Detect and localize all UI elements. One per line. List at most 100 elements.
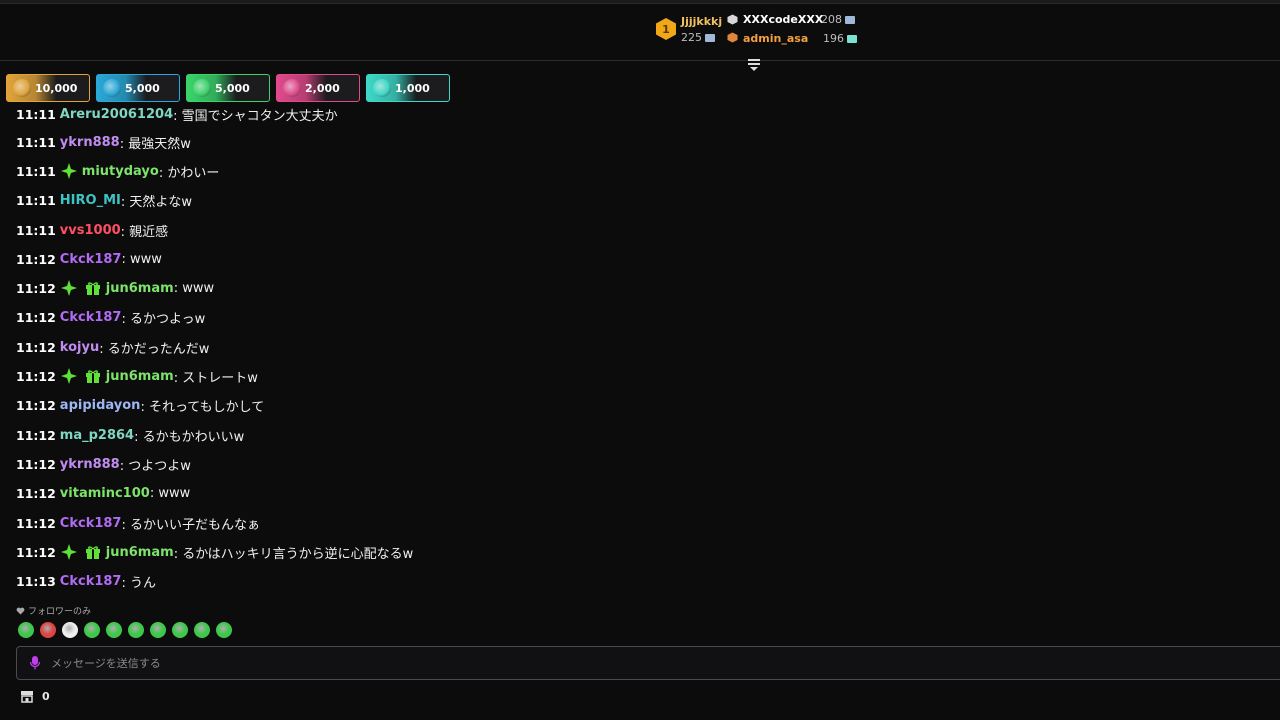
message-text: : かわいー — [158, 165, 220, 181]
store-icon[interactable] — [20, 690, 34, 703]
message-username[interactable]: Ckck187 — [60, 516, 122, 531]
points-value: 196 — [823, 32, 844, 45]
store-count: 0 — [42, 690, 50, 703]
message-time: 11:12 — [16, 397, 56, 413]
tier-value: 5,000 — [125, 81, 160, 95]
leaderboard: 1 Jjjjkkkj 225 XXXcodeXXX 208 admin_asa … — [0, 5, 1280, 71]
leaderboard-first-name[interactable]: Jjjjkkkj — [681, 15, 722, 28]
message-text: : それってもしかして — [140, 399, 265, 415]
leaderboard-first-points: 225 — [681, 31, 715, 44]
chat-message: 11:11 ykrn888: 最強天然w — [16, 132, 191, 152]
emote-icon[interactable] — [40, 622, 56, 638]
collapse-leaderboard-icon[interactable] — [746, 58, 762, 72]
leaderboard-second-name[interactable]: XXXcodeXXX — [743, 13, 823, 26]
message-username[interactable]: miutydayo — [82, 164, 159, 179]
emote-icon[interactable] — [172, 622, 188, 638]
message-text: : るかいい子だもんなぁ — [121, 517, 260, 533]
gift-tier-button[interactable]: 10,000 — [6, 74, 90, 102]
gift-tier-button[interactable]: 1,000 — [366, 74, 450, 102]
emote-icon[interactable] — [128, 622, 144, 638]
message-username[interactable]: ma_p2864 — [60, 428, 134, 443]
message-username[interactable]: jun6mam — [106, 545, 174, 560]
message-username[interactable]: apipidayon — [60, 398, 141, 413]
emote-icon[interactable] — [62, 622, 78, 638]
gift-tier-button[interactable]: 2,000 — [276, 74, 360, 102]
emote-icon[interactable] — [194, 622, 210, 638]
gift-badge-icon — [85, 370, 100, 383]
message-time: 11:13 — [16, 573, 56, 589]
chat-message: 11:12 jun6mam: www — [16, 278, 214, 298]
sparkle-badge-icon — [60, 368, 77, 384]
gift-tier-button[interactable]: 5,000 — [186, 74, 270, 102]
message-text: : 最強天然w — [119, 136, 191, 152]
emote-icon[interactable] — [150, 622, 166, 638]
chat-message: 11:11 HIRO_MI: 天然よなw — [16, 190, 192, 210]
message-username[interactable]: Ckck187 — [60, 574, 122, 589]
chat-message: 11:11 vvs1000: 親近感 — [16, 220, 168, 240]
message-time: 11:11 — [16, 134, 56, 150]
message-time: 11:12 — [16, 485, 56, 501]
emote-icon[interactable] — [84, 622, 100, 638]
followers-only-label: フォロワーのみ — [28, 607, 92, 617]
emote-icon[interactable] — [18, 622, 34, 638]
message-text: : るかはハッキリ言うから逆に心配なるw — [173, 546, 414, 562]
tier-gem-icon — [193, 79, 211, 97]
message-username[interactable]: vvs1000 — [60, 223, 121, 238]
chat-message-input[interactable] — [51, 656, 1151, 670]
chat-message: 11:12 kojyu: るかだったんだw — [16, 337, 209, 357]
message-username[interactable]: Areru20061204 — [60, 107, 173, 122]
message-text: : 雪国でシャコタン大丈夫か — [173, 108, 338, 124]
followers-only-indicator: フォロワーのみ — [16, 604, 91, 617]
sparkle-badge-icon — [60, 163, 77, 179]
chat-message: 11:12 Ckck187: るかつよっw — [16, 307, 205, 327]
message-text: : www — [173, 280, 215, 296]
message-time: 11:11 — [16, 106, 56, 122]
message-username[interactable]: vitaminc100 — [60, 486, 150, 501]
gift-tier-bar: 10,000 5,000 5,000 2,000 1,000 — [6, 74, 450, 102]
message-time: 11:11 — [16, 163, 56, 179]
message-username[interactable]: jun6mam — [106, 281, 174, 296]
rank-3-badge-icon — [727, 32, 738, 43]
message-username[interactable]: Ckck187 — [60, 252, 122, 267]
points-value: 225 — [681, 31, 702, 44]
chat-message: 11:11 miutydayo: かわいー — [16, 161, 219, 181]
tier-value: 10,000 — [35, 81, 78, 95]
chat-input-box[interactable] — [16, 646, 1280, 680]
message-text: : るかだったんだw — [99, 341, 210, 357]
message-username[interactable]: Ckck187 — [60, 310, 122, 325]
message-time: 11:12 — [16, 339, 56, 355]
tier-value: 2,000 — [305, 81, 340, 95]
microphone-icon[interactable] — [29, 655, 41, 671]
rank-1-badge-icon: 1 — [655, 17, 677, 41]
tier-gem-icon — [103, 79, 121, 97]
message-username[interactable]: ykrn888 — [60, 457, 120, 472]
emote-icon[interactable] — [106, 622, 122, 638]
message-time: 11:11 — [16, 192, 56, 208]
message-time: 11:12 — [16, 251, 56, 267]
message-time: 11:12 — [16, 427, 56, 443]
heart-icon — [16, 607, 25, 614]
chat-message: 11:12 Ckck187: www — [16, 249, 162, 269]
rank-2-badge-icon — [727, 14, 738, 25]
store-bar: 0 — [20, 690, 50, 703]
points-value: 208 — [821, 13, 842, 26]
message-username[interactable]: jun6mam — [106, 369, 174, 384]
message-username[interactable]: kojyu — [60, 340, 99, 355]
svg-text:1: 1 — [662, 23, 670, 36]
gift-tier-button[interactable]: 5,000 — [96, 74, 180, 102]
chat-message: 11:12 Ckck187: るかいい子だもんなぁ — [16, 513, 260, 533]
tier-gem-icon — [373, 79, 391, 97]
message-text: : www — [121, 251, 162, 267]
message-username[interactable]: ykrn888 — [60, 135, 120, 150]
emote-icon[interactable] — [216, 622, 232, 638]
gift-badge-icon — [85, 282, 100, 295]
message-text: : るかもかわいいw — [134, 429, 245, 445]
chat-message: 11:12 ykrn888: つよつよw — [16, 454, 191, 474]
emote-bar — [18, 622, 232, 638]
message-text: : 天然よなw — [120, 194, 193, 210]
leaderboard-third-name[interactable]: admin_asa — [743, 32, 808, 45]
chat-message: 11:12 ma_p2864: るかもかわいいw — [16, 425, 244, 445]
message-username[interactable]: HIRO_MI — [60, 193, 121, 208]
message-time: 11:12 — [16, 280, 56, 296]
chat-message: 11:12 apipidayon: それってもしかして — [16, 395, 264, 415]
